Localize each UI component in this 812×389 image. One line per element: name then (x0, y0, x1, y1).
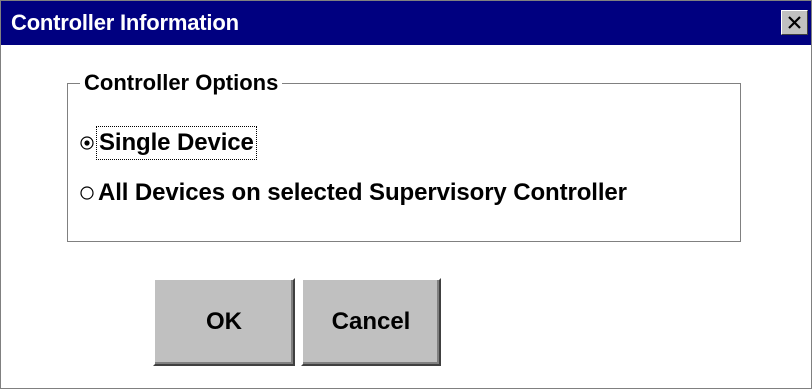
controller-options-group: Controller Options Single Device All Dev… (67, 68, 741, 242)
radio-option-single-device[interactable]: Single Device (80, 126, 257, 160)
close-button[interactable] (781, 10, 808, 35)
radio-selected-icon[interactable] (80, 136, 94, 150)
close-icon (788, 16, 801, 29)
radio-unselected-icon[interactable] (80, 186, 94, 200)
cancel-button[interactable]: Cancel (301, 278, 441, 366)
dialog-window: Controller Information Controller Option… (0, 0, 812, 389)
radio-option-all-devices[interactable]: All Devices on selected Supervisory Cont… (80, 176, 627, 210)
group-legend: Controller Options (80, 68, 283, 98)
title-bar[interactable]: Controller Information (1, 1, 811, 45)
radio-label-single-device[interactable]: Single Device (96, 126, 257, 160)
ok-button[interactable]: OK (153, 278, 295, 366)
window-title: Controller Information (11, 10, 239, 35)
radio-label-all-devices[interactable]: All Devices on selected Supervisory Cont… (98, 178, 627, 208)
